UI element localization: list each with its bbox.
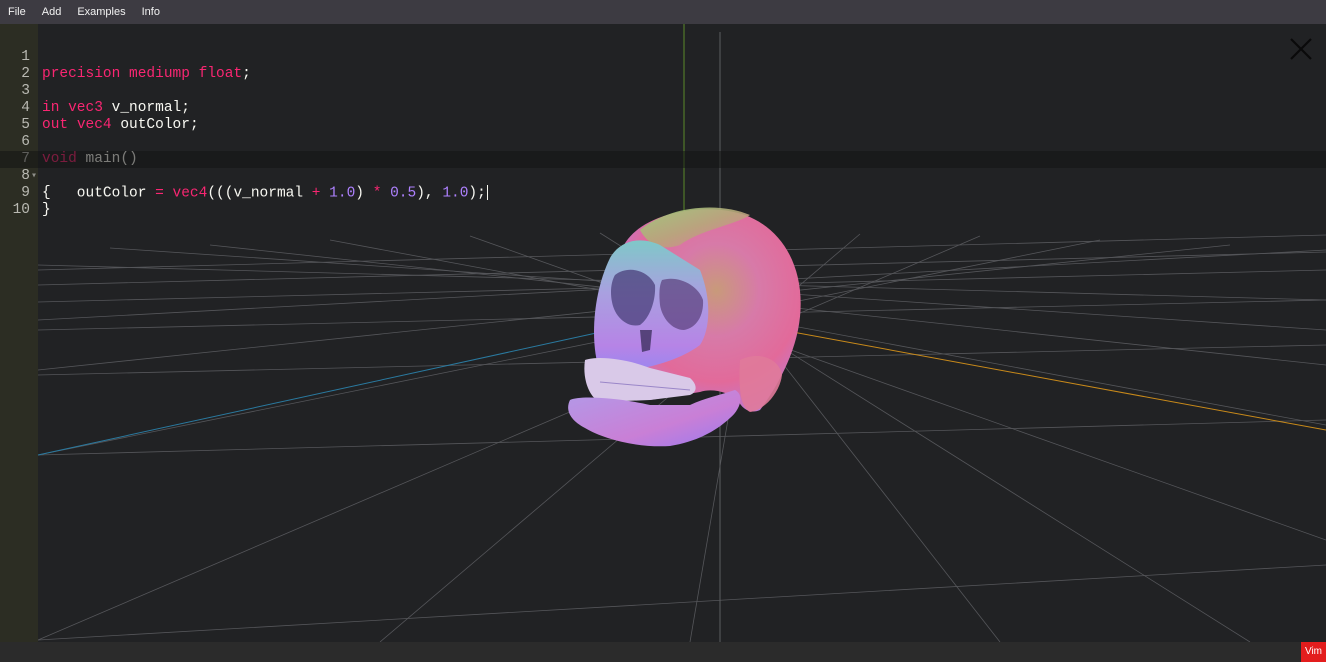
menu-examples[interactable]: Examples [69, 0, 133, 24]
code-line[interactable]: 4 out vec4 outColor; [0, 83, 1326, 133]
code-line[interactable]: 7 ▾ { [0, 134, 1326, 201]
code-line[interactable]: 6 void main() [0, 117, 1326, 167]
code-line[interactable]: 10 [0, 185, 1326, 218]
menu-info[interactable]: Info [134, 0, 168, 24]
menu-add[interactable]: Add [34, 0, 70, 24]
vim-mode-badge: Vim [1300, 642, 1326, 662]
code-line[interactable]: 3 in vec3 v_normal; [0, 66, 1326, 116]
shader-editor-app: File Add Examples Info 1 precision mediu… [0, 0, 1326, 662]
code-line[interactable]: 9 } [0, 168, 1326, 218]
code-line[interactable]: 2 [0, 49, 1326, 82]
code-line-active[interactable]: 8 outColor = vec4(((v_normal + 1.0) * 0.… [0, 151, 1326, 201]
line-number: 10 [12, 202, 30, 218]
code-line[interactable]: 1 precision mediump float; [0, 32, 1326, 82]
code-line[interactable]: 5 [0, 100, 1326, 133]
close-button[interactable] [1288, 36, 1314, 62]
menu-file[interactable]: File [0, 0, 34, 24]
skull-model [568, 207, 801, 447]
code-editor[interactable]: 1 precision mediump float; 2 3 in vec3 v… [0, 32, 1326, 218]
close-icon [1290, 38, 1312, 60]
menu-bar: File Add Examples Info [0, 0, 1326, 24]
status-bar [0, 642, 1326, 662]
